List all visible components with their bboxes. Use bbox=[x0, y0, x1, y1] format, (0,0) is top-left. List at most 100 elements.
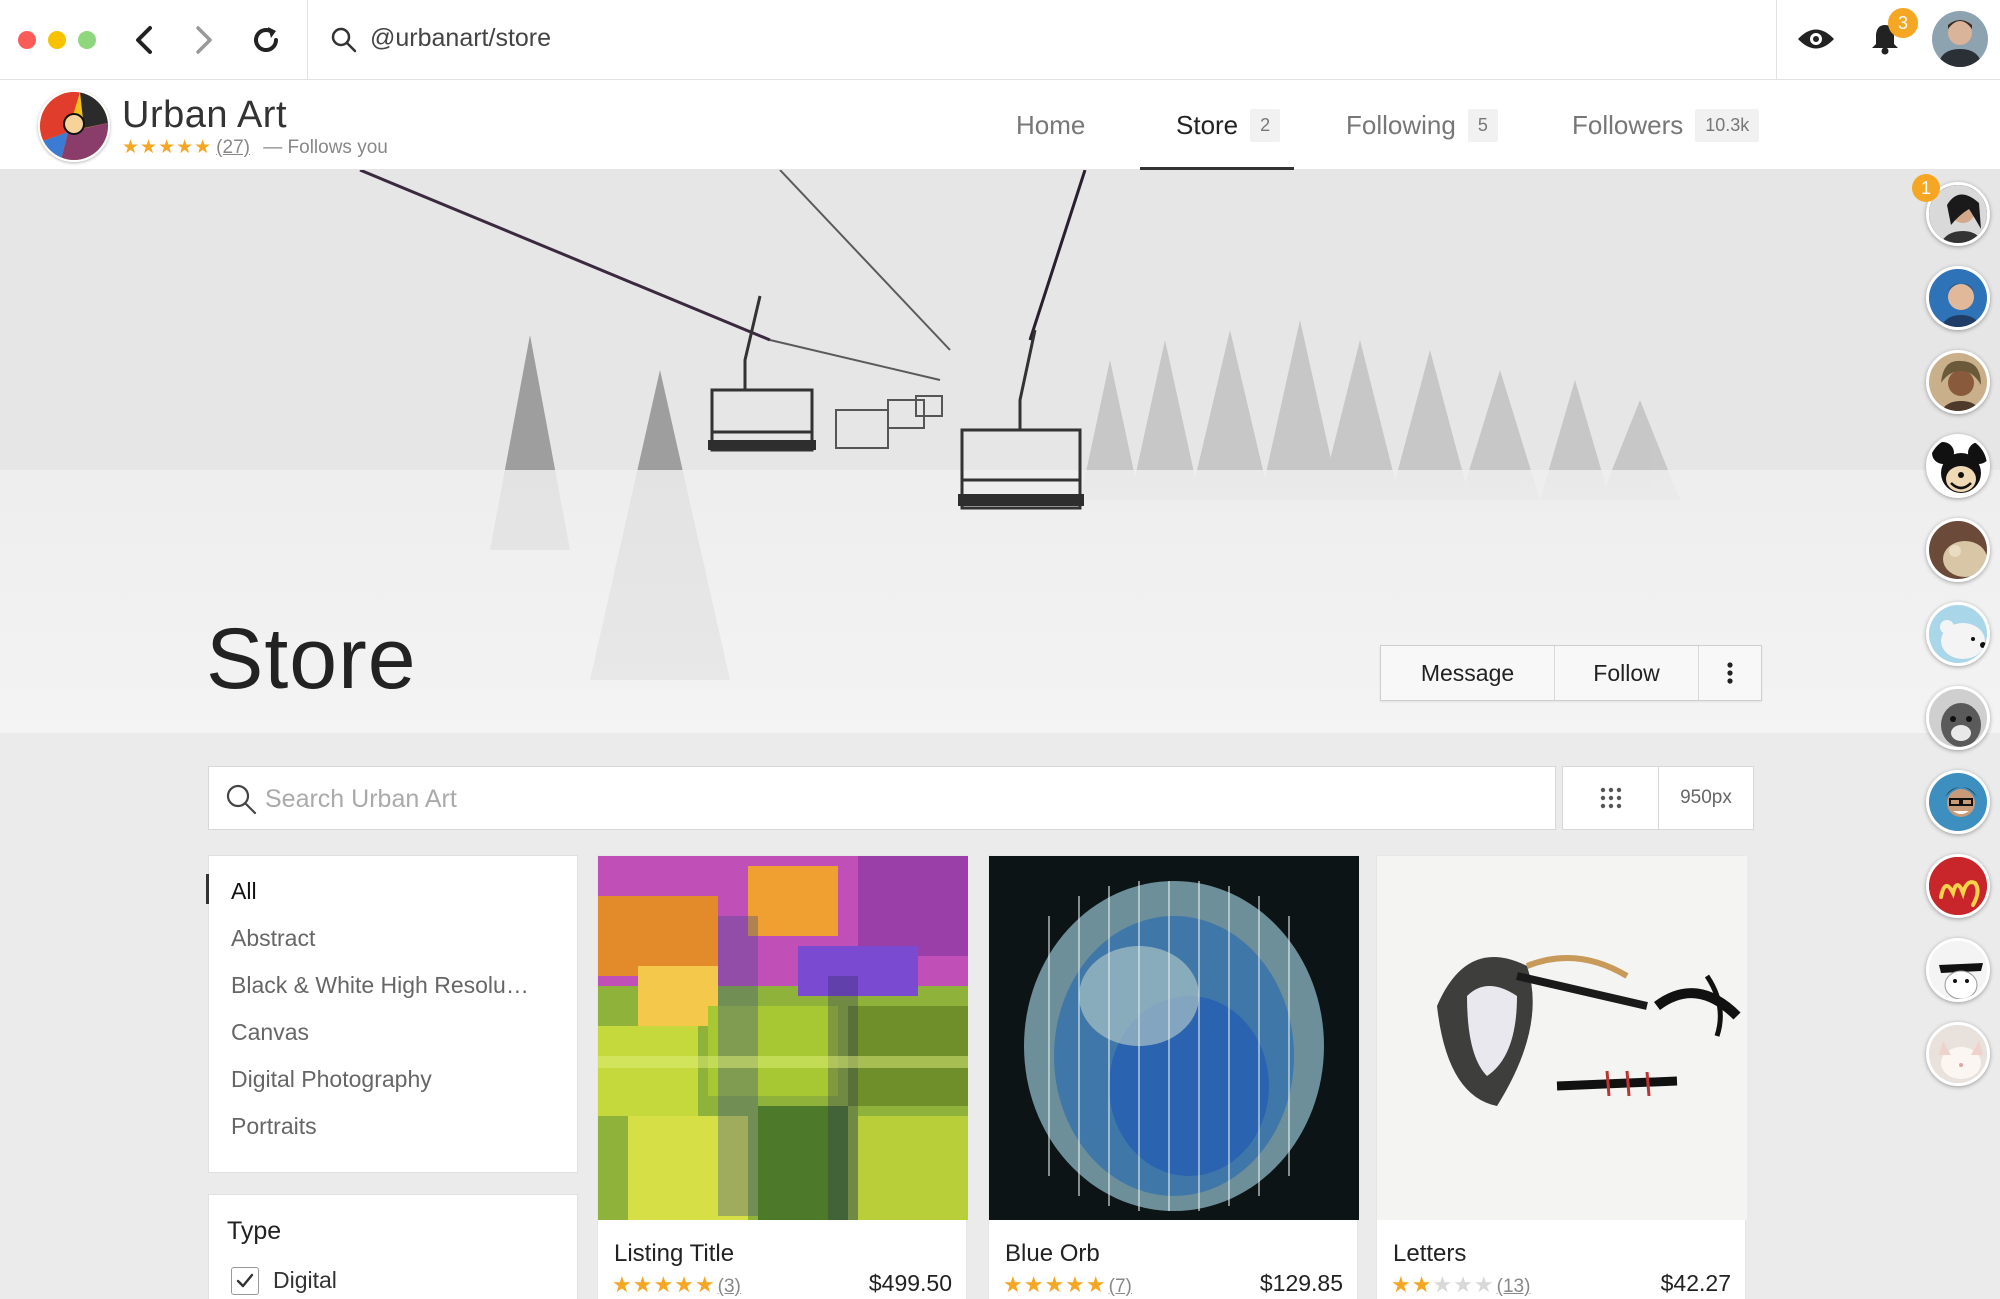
filter-item-abstract[interactable]: Abstract bbox=[231, 925, 315, 952]
grid-dots-icon bbox=[1600, 787, 1621, 809]
more-options-button[interactable] bbox=[1699, 646, 1761, 700]
follower-avatar[interactable] bbox=[1926, 266, 1990, 330]
listing-price: $499.50 bbox=[868, 1270, 952, 1296]
search-input[interactable] bbox=[265, 779, 1515, 819]
listing-title[interactable]: Blue Orb bbox=[1005, 1240, 1100, 1268]
listing-title[interactable]: Letters bbox=[1393, 1240, 1466, 1268]
back-button[interactable] bbox=[122, 18, 166, 62]
follower-avatar[interactable] bbox=[1926, 770, 1990, 834]
follower-avatar[interactable] bbox=[1926, 518, 1990, 582]
avatar-image bbox=[1929, 269, 1987, 327]
avatar-image bbox=[1929, 857, 1987, 915]
avatar-image bbox=[1929, 941, 1987, 999]
star-filled: ★★★★★ bbox=[1003, 1272, 1107, 1297]
tab-count: 5 bbox=[1467, 108, 1498, 142]
listing-rating-count[interactable]: (3) bbox=[718, 1276, 741, 1297]
avatar-image bbox=[1929, 437, 1987, 495]
type-filter: Type Digital bbox=[208, 1194, 578, 1299]
follower-avatar[interactable] bbox=[1926, 350, 1990, 414]
page-title: Store bbox=[206, 611, 417, 707]
maximize-window-button[interactable] bbox=[78, 31, 96, 49]
toolbar-divider bbox=[307, 0, 308, 80]
digital-checkbox[interactable] bbox=[231, 1267, 259, 1295]
star-empty: ★★★ bbox=[1432, 1272, 1495, 1297]
digital-checkbox-label: Digital bbox=[273, 1267, 337, 1293]
follower-avatar[interactable] bbox=[1926, 854, 1990, 918]
forward-button[interactable] bbox=[182, 18, 226, 62]
message-button[interactable]: Message bbox=[1381, 646, 1555, 700]
listing-title[interactable]: Listing Title bbox=[614, 1240, 734, 1268]
follower-badge: 1 bbox=[1912, 174, 1940, 202]
tab-count: 10.3k bbox=[1695, 108, 1760, 142]
listing-price: $42.27 bbox=[1660, 1270, 1731, 1296]
tab-home[interactable]: Home bbox=[1016, 80, 1085, 170]
filter-item-portraits[interactable]: Portraits bbox=[231, 1113, 317, 1140]
listing-rating: ★★★★★ (13) bbox=[1391, 1272, 1530, 1298]
follower-avatar[interactable] bbox=[1926, 938, 1990, 1002]
filter-item-black-white[interactable]: Black & White High Resolu… bbox=[231, 972, 529, 999]
address-bar[interactable]: @urbanart/store bbox=[370, 24, 551, 53]
abstract-artwork-image bbox=[598, 856, 968, 1220]
avatar-image bbox=[1929, 605, 1987, 663]
listing-rating-count[interactable]: (7) bbox=[1109, 1276, 1132, 1297]
follows-you-label: — Follows you bbox=[263, 137, 388, 158]
listing-card[interactable]: Letters ★★★★★ (13) $42.27 bbox=[1376, 855, 1747, 1299]
listing-rating-count[interactable]: (13) bbox=[1497, 1276, 1531, 1297]
filter-item-all[interactable]: All bbox=[231, 878, 257, 905]
follower-avatar[interactable] bbox=[1926, 434, 1990, 498]
vertical-dots-icon bbox=[1727, 662, 1733, 684]
type-filter-title: Type bbox=[227, 1217, 282, 1245]
listing-card[interactable]: Listing Title ★★★★★ (3) $499.50 bbox=[597, 855, 968, 1299]
profile-name: Urban Art bbox=[122, 94, 288, 136]
listing-card[interactable]: Blue Orb ★★★★★ (7) $129.85 bbox=[988, 855, 1359, 1299]
user-avatar-image bbox=[1932, 11, 1988, 67]
filter-item-digital-photography[interactable]: Digital Photography bbox=[231, 1066, 432, 1093]
profile-actions: Message Follow bbox=[1380, 645, 1762, 701]
avatar-image bbox=[1929, 689, 1987, 747]
profile-rating-count[interactable]: (27) bbox=[216, 137, 250, 158]
search-icon bbox=[331, 27, 357, 53]
listing-image bbox=[1377, 856, 1747, 1220]
brand-logo[interactable] bbox=[38, 90, 110, 162]
follower-avatar[interactable] bbox=[1926, 602, 1990, 666]
view-options: 950px bbox=[1562, 766, 1754, 830]
follower-avatar[interactable] bbox=[1926, 686, 1990, 750]
blue-orb-artwork-image bbox=[989, 856, 1359, 1220]
store-search bbox=[208, 766, 1556, 830]
tab-count: 2 bbox=[1250, 108, 1281, 142]
watch-button[interactable] bbox=[1796, 26, 1836, 57]
follower-avatar[interactable] bbox=[1926, 1022, 1990, 1086]
grid-view-button[interactable] bbox=[1563, 767, 1659, 829]
tab-following[interactable]: Following 5 bbox=[1346, 80, 1498, 170]
reload-button[interactable] bbox=[244, 18, 288, 62]
profile-meta: ★★★★★ (27) — Follows you bbox=[122, 136, 388, 159]
minimize-window-button[interactable] bbox=[48, 31, 66, 49]
follow-button[interactable]: Follow bbox=[1555, 646, 1699, 700]
avatar-image bbox=[1929, 353, 1987, 411]
tab-label: Home bbox=[1016, 109, 1086, 140]
followers-rail: 1 bbox=[1912, 170, 2000, 1299]
avatar-image bbox=[1929, 1025, 1987, 1083]
listing-image bbox=[598, 856, 968, 1220]
listing-price: $129.85 bbox=[1259, 1270, 1343, 1296]
listing-image bbox=[989, 856, 1359, 1220]
active-indicator bbox=[206, 874, 209, 904]
store-hero: Store Message Follow bbox=[0, 170, 2000, 733]
profile-header: Urban Art ★★★★★ (27) — Follows you Home S… bbox=[0, 80, 2000, 170]
reload-icon bbox=[254, 27, 278, 52]
tab-store[interactable]: Store 2 bbox=[1139, 80, 1295, 170]
close-window-button[interactable] bbox=[18, 31, 36, 49]
tab-followers[interactable]: Followers 10.3k bbox=[1572, 80, 1760, 170]
search-icon bbox=[226, 784, 257, 815]
size-toggle-button[interactable]: 950px bbox=[1659, 767, 1753, 829]
category-filter: All Abstract Black & White High Resolu… … bbox=[206, 855, 578, 1173]
eye-icon bbox=[1798, 29, 1834, 49]
filter-item-canvas[interactable]: Canvas bbox=[231, 1019, 309, 1046]
checkmark-icon bbox=[236, 1273, 254, 1288]
brand-logo-image bbox=[40, 92, 108, 160]
profile-rating-stars: ★★★★★ bbox=[122, 137, 213, 158]
toolbar-divider bbox=[1776, 0, 1777, 80]
star-filled: ★★ bbox=[1391, 1272, 1433, 1297]
tab-label: Followers bbox=[1572, 109, 1684, 140]
user-avatar[interactable] bbox=[1932, 11, 1988, 67]
